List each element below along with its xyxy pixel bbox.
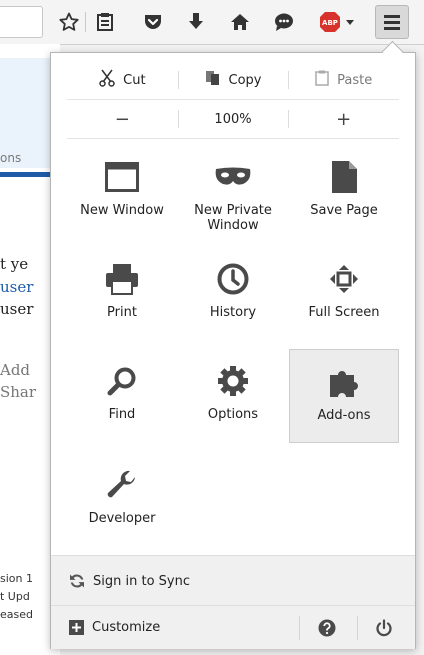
zoom-in-label: + — [336, 108, 352, 130]
sign-in-to-sync-button[interactable]: Sign in to Sync — [51, 555, 415, 606]
developer-button[interactable]: Developer — [67, 453, 177, 547]
sync-label: Sign in to Sync — [93, 573, 190, 589]
pocket-icon[interactable] — [139, 8, 167, 36]
developer-label: Developer — [88, 511, 156, 526]
clipboard-icon — [315, 70, 329, 90]
new-private-window-label: New Private Window — [194, 203, 272, 233]
zoom-controls: − 100% + — [67, 99, 399, 139]
customize-label: Customize — [92, 620, 161, 635]
copy-icon — [205, 70, 221, 90]
scissors-icon — [99, 69, 115, 91]
cut-label: Cut — [123, 72, 146, 88]
clock-icon — [217, 257, 249, 301]
open-menu-button[interactable] — [375, 5, 409, 39]
zoom-out-label: − — [114, 108, 130, 130]
add-ons-button[interactable]: Add-ons — [289, 349, 399, 443]
zoom-level: 100% — [214, 111, 252, 127]
print-label: Print — [107, 305, 137, 320]
print-button[interactable]: Print — [67, 247, 177, 341]
page-text-line: t ye — [0, 255, 29, 273]
page-small-line: eased — [0, 608, 33, 621]
page-text-line: Shar — [0, 383, 37, 401]
nav-toolbar: ABP — [0, 0, 424, 45]
document-icon — [330, 155, 358, 199]
wrench-icon — [106, 463, 138, 507]
mask-icon — [214, 155, 252, 199]
page-tab-fragment: ons — [0, 151, 22, 165]
home-icon[interactable] — [226, 8, 254, 36]
page-small-line: t Upd — [0, 590, 30, 603]
help-icon — [318, 619, 336, 637]
history-button[interactable]: History — [178, 247, 288, 341]
options-button[interactable]: Options — [178, 349, 288, 443]
save-page-label: Save Page — [310, 203, 378, 218]
page-text-line: user — [0, 300, 34, 318]
full-screen-button[interactable]: Full Screen — [289, 247, 399, 341]
copy-button[interactable]: Copy — [177, 61, 289, 99]
history-label: History — [209, 305, 257, 320]
edit-controls: Cut Copy Paste — [67, 61, 399, 99]
adblock-text: ABP — [322, 19, 338, 27]
customize-row: Customize — [51, 605, 415, 649]
options-label: Options — [207, 407, 259, 422]
download-icon[interactable] — [182, 8, 210, 36]
window-icon — [105, 155, 139, 199]
power-icon — [376, 619, 392, 637]
copy-label: Copy — [228, 72, 262, 88]
zoom-out-button[interactable]: − — [67, 100, 178, 138]
page-small-line: sion 1 — [0, 572, 33, 585]
fullscreen-icon — [329, 257, 359, 301]
paste-button[interactable]: Paste — [288, 61, 399, 99]
plus-box-icon — [69, 620, 84, 635]
add-ons-label: Add-ons — [317, 408, 371, 423]
magnifier-icon — [107, 359, 137, 403]
chat-icon[interactable] — [270, 8, 298, 36]
sync-icon — [69, 573, 85, 589]
page-text-line: Add — [0, 361, 31, 379]
new-private-window-button[interactable]: New Private Window — [178, 145, 288, 239]
save-page-button[interactable]: Save Page — [289, 145, 399, 239]
paste-label: Paste — [337, 72, 373, 88]
customize-button[interactable]: Customize — [51, 606, 160, 649]
puzzle-icon — [327, 360, 361, 404]
help-button[interactable] — [315, 616, 339, 640]
gear-icon — [217, 359, 249, 403]
page-link-line[interactable]: user — [0, 278, 33, 296]
new-window-label: New Window — [80, 203, 164, 218]
zoom-reset-button[interactable]: 100% — [177, 100, 289, 138]
printer-icon — [105, 257, 139, 301]
zoom-in-button[interactable]: + — [288, 100, 399, 138]
find-label: Find — [108, 407, 136, 422]
quit-button[interactable] — [372, 616, 396, 640]
cut-button[interactable]: Cut — [67, 61, 178, 99]
find-button[interactable]: Find — [67, 349, 177, 443]
main-menu-panel: Cut Copy Paste − 100% + New Window New P… — [50, 52, 416, 649]
new-window-button[interactable]: New Window — [67, 145, 177, 239]
adblock-plus-icon[interactable]: ABP — [318, 8, 358, 36]
full-screen-label: Full Screen — [308, 305, 380, 320]
reading-list-icon[interactable] — [91, 8, 119, 36]
star-icon[interactable] — [55, 8, 83, 36]
url-bar[interactable] — [0, 6, 43, 38]
hamburger-menu-icon — [384, 15, 400, 30]
